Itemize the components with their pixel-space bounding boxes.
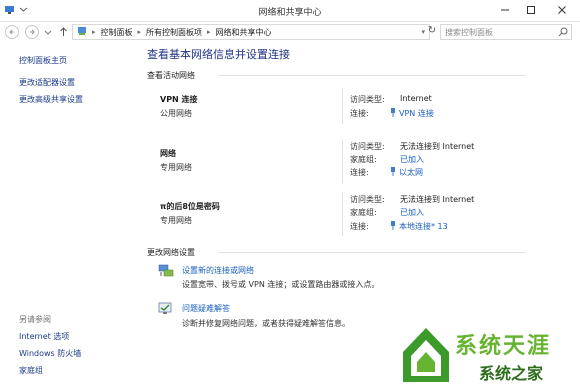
breadcrumb-separator: ▸ bbox=[207, 28, 211, 36]
minimize-button[interactable] bbox=[492, 0, 518, 20]
sidebar-link-control-panel-home[interactable]: 控制面板主页 bbox=[19, 55, 67, 66]
house-logo-icon bbox=[403, 328, 449, 382]
new-connection-icon bbox=[158, 264, 174, 278]
breadcrumb-separator: ▸ bbox=[92, 28, 96, 36]
vpn-icon bbox=[390, 108, 396, 119]
search-input[interactable]: 搜索控制面板 bbox=[440, 24, 572, 40]
homegroup-label: 家庭组: bbox=[350, 208, 377, 217]
troubleshoot-icon bbox=[158, 302, 174, 316]
ethernet-icon bbox=[390, 167, 396, 178]
setup-connection-description: 设置宽带、拨号或 VPN 连接；或设置路由器或接入点。 bbox=[182, 280, 380, 289]
breadcrumb-separator: ▸ bbox=[137, 28, 142, 36]
site-watermark: 系统天涯 系统之家 bbox=[397, 320, 580, 388]
connection-label: 连接: bbox=[350, 109, 369, 118]
breadcrumb-item-control-panel[interactable]: 控制面板 bbox=[101, 27, 133, 38]
network-category-link[interactable]: 公用网络 bbox=[160, 108, 192, 119]
setup-connection-link[interactable]: 设置新的连接或网络 bbox=[182, 265, 254, 276]
forward-button[interactable] bbox=[25, 25, 39, 39]
network-name: VPN 连接 bbox=[160, 95, 198, 104]
homegroup-label: 家庭组: bbox=[350, 155, 377, 164]
network-divider bbox=[342, 192, 343, 236]
section-divider bbox=[218, 75, 526, 76]
refresh-icon[interactable]: ↻ bbox=[426, 25, 438, 39]
search-placeholder: 搜索控制面板 bbox=[445, 27, 493, 37]
change-settings-heading: 更改网络设置 bbox=[147, 248, 195, 257]
access-type-label: 访问类型: bbox=[350, 95, 385, 104]
connection-label: 连接: bbox=[350, 222, 369, 231]
network-category-link[interactable]: 专用网络 bbox=[160, 215, 192, 226]
access-type-label: 访问类型: bbox=[350, 142, 385, 151]
connection-link[interactable]: 以太网 bbox=[390, 167, 423, 178]
network-category-link[interactable]: 专用网络 bbox=[160, 162, 192, 173]
troubleshoot-link[interactable]: 问题疑难解答 bbox=[182, 303, 230, 314]
watermark-large-text: 系统天涯 bbox=[455, 334, 552, 359]
address-bar: ▸ 控制面板 ▸ 所有控制面板项 ▸ 网络和共享中心 ▾ ↻ 搜索控制面板 bbox=[0, 22, 580, 42]
access-type-label: 访问类型: bbox=[350, 195, 385, 204]
breadcrumb[interactable]: ▸ 控制面板 ▸ 所有控制面板项 ▸ 网络和共享中心 ▾ bbox=[72, 24, 430, 40]
window-controls bbox=[492, 0, 580, 20]
back-button[interactable] bbox=[5, 25, 19, 39]
breadcrumb-item-all-items[interactable]: 所有控制面板项 bbox=[146, 27, 202, 38]
sidebar-link-advanced-sharing[interactable]: 更改高级共享设置 bbox=[19, 94, 83, 105]
sidebar-link-internet-options[interactable]: Internet 选项 bbox=[19, 331, 69, 342]
close-button[interactable] bbox=[544, 0, 580, 20]
homegroup-link[interactable]: 已加入 bbox=[400, 207, 424, 218]
recent-locations-icon[interactable] bbox=[44, 28, 52, 38]
network-name: 网络 bbox=[160, 149, 176, 158]
sidebar: 控制面板主页 更改适配器设置 更改高级共享设置 另请参阅 Internet 选项… bbox=[0, 42, 128, 388]
access-type-value: 无法连接到 Internet bbox=[400, 195, 475, 204]
breadcrumb-item-network-center[interactable]: 网络和共享中心 bbox=[216, 27, 272, 38]
access-type-value: 无法连接到 Internet bbox=[400, 142, 475, 151]
sidebar-link-homegroup[interactable]: 家庭组 bbox=[19, 365, 43, 376]
maximize-button[interactable] bbox=[518, 0, 544, 20]
network-name: π的后8位是密码 bbox=[160, 202, 220, 211]
chevron-down-icon[interactable]: ▾ bbox=[421, 28, 425, 36]
title-bar: 网络和共享中心 bbox=[0, 0, 580, 22]
see-also-heading: 另请参阅 bbox=[19, 315, 51, 324]
troubleshoot-description: 诊断并修复网络问题，或者获得疑难解答信息。 bbox=[182, 319, 350, 328]
page-title: 查看基本网络信息并设置连接 bbox=[147, 48, 290, 61]
wifi-icon bbox=[390, 221, 396, 232]
connection-link-text[interactable]: VPN 连接 bbox=[399, 108, 434, 119]
homegroup-link[interactable]: 已加入 bbox=[400, 154, 424, 165]
control-panel-icon bbox=[77, 26, 87, 38]
network-divider bbox=[342, 88, 343, 124]
sidebar-link-windows-firewall[interactable]: Windows 防火墙 bbox=[19, 348, 81, 359]
watermark-text: 系统之家 bbox=[479, 364, 544, 383]
section-divider bbox=[218, 252, 526, 253]
connection-link[interactable]: VPN 连接 bbox=[390, 108, 434, 119]
active-networks-heading: 查看活动网络 bbox=[147, 71, 195, 80]
network-divider bbox=[342, 139, 343, 183]
connection-link-text[interactable]: 以太网 bbox=[399, 167, 423, 178]
connection-link[interactable]: 本地连接* 13 bbox=[390, 221, 448, 232]
connection-link-text[interactable]: 本地连接* 13 bbox=[399, 221, 448, 232]
up-arrow-icon[interactable] bbox=[59, 26, 68, 40]
connection-label: 连接: bbox=[350, 168, 369, 177]
search-icon[interactable] bbox=[558, 27, 568, 39]
sidebar-link-change-adapter-settings[interactable]: 更改适配器设置 bbox=[19, 77, 75, 88]
access-type-value: Internet bbox=[400, 94, 432, 103]
